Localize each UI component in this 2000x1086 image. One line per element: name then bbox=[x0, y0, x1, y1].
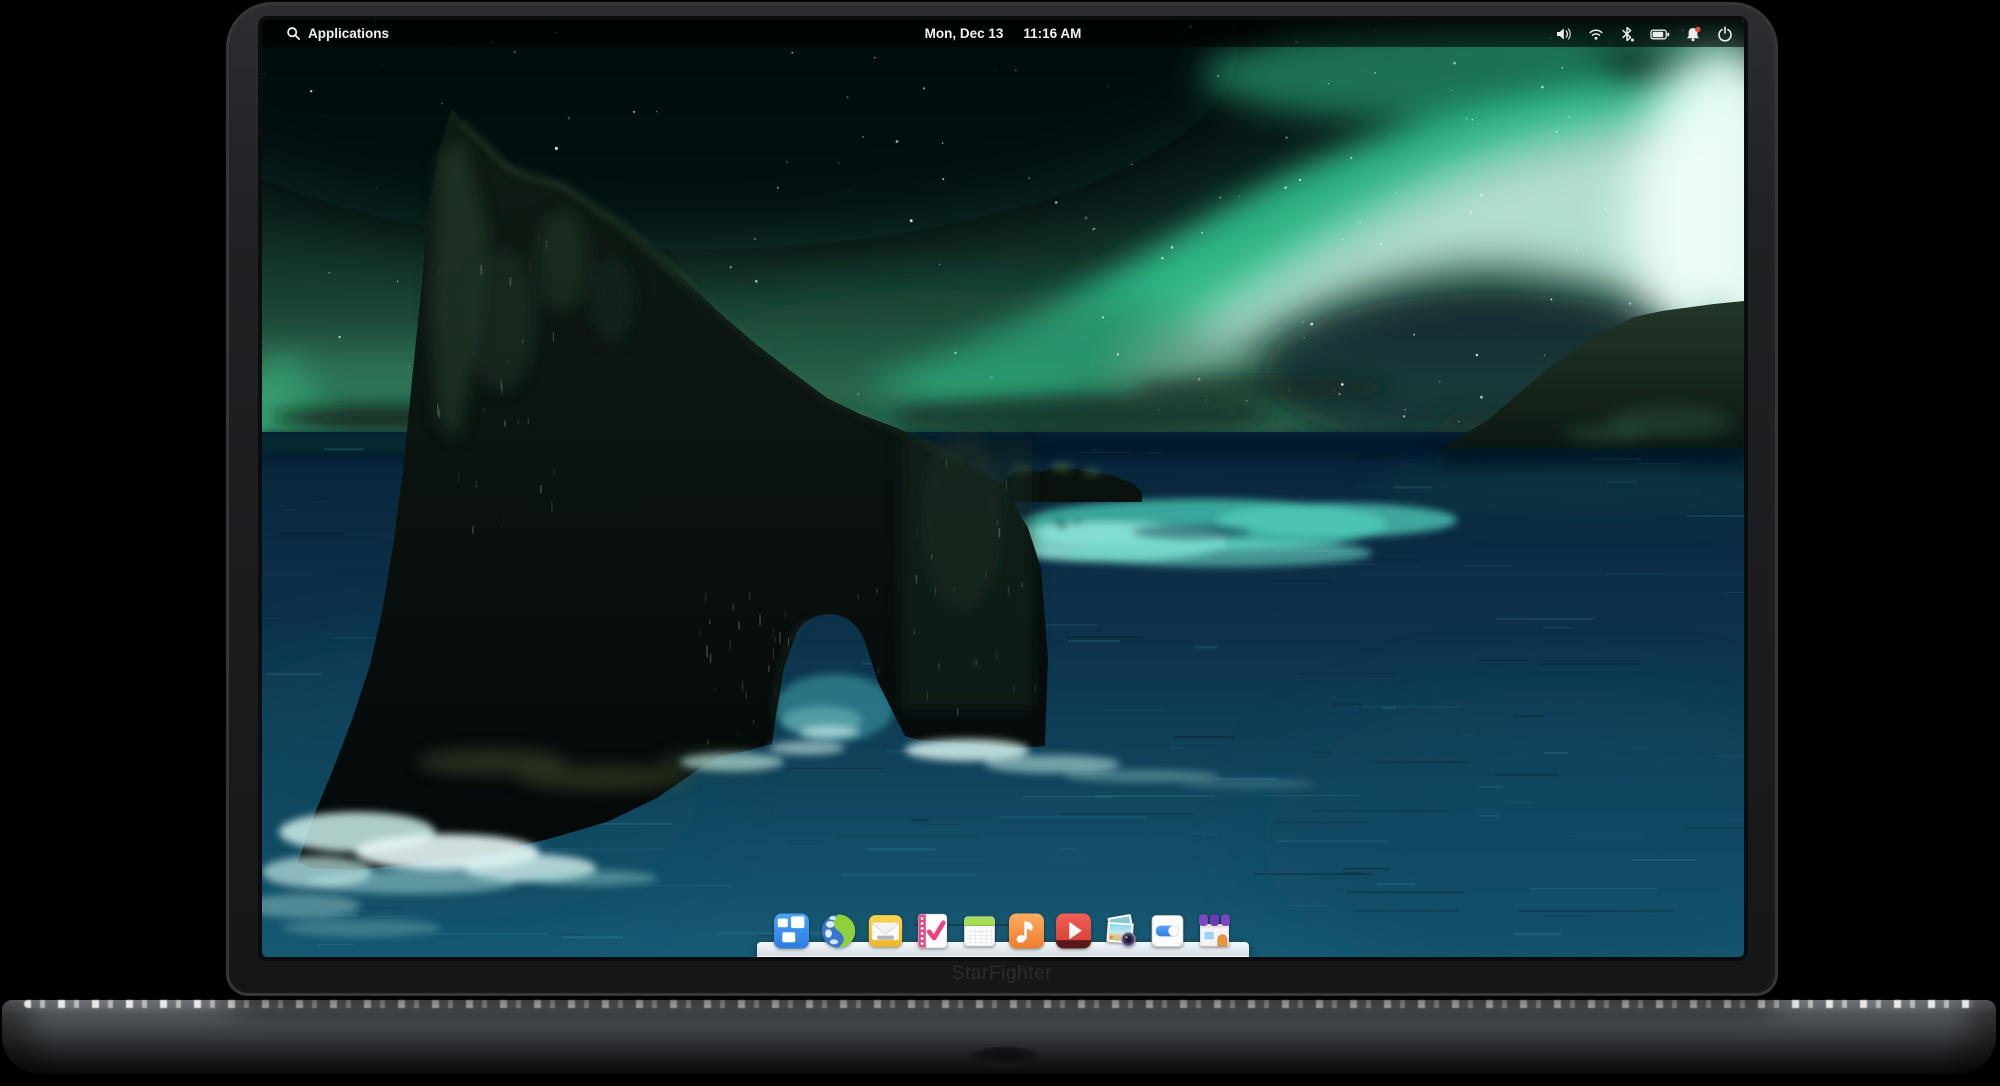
dock-item-multitasking-view[interactable] bbox=[772, 911, 812, 951]
search-icon bbox=[286, 26, 301, 41]
multitasking-view-icon bbox=[772, 911, 812, 951]
notification-badge bbox=[1695, 26, 1700, 31]
dock-item-videos[interactable] bbox=[1054, 911, 1094, 951]
top-panel: Applications Mon, Dec 13 11:16 AM bbox=[262, 20, 1744, 47]
videos-icon bbox=[1054, 911, 1094, 951]
keyboard-edge-highlight bbox=[24, 1000, 1974, 1008]
dock-item-system-settings[interactable] bbox=[1148, 911, 1188, 951]
dock-item-tasks[interactable] bbox=[913, 911, 953, 951]
dock-item-web-browser[interactable] bbox=[819, 911, 859, 951]
dock-item-photos[interactable] bbox=[1101, 911, 1141, 951]
mail-icon bbox=[866, 911, 906, 951]
tasks-icon bbox=[913, 911, 953, 951]
wifi-icon[interactable] bbox=[1588, 25, 1604, 43]
calendar-icon bbox=[960, 911, 1000, 951]
brand-label: StarFighter bbox=[226, 963, 1778, 985]
system-settings-icon bbox=[1148, 911, 1188, 951]
lid-lift-notch bbox=[968, 1046, 1042, 1068]
datetime-indicator[interactable]: Mon, Dec 13 11:16 AM bbox=[925, 26, 1082, 41]
battery-icon[interactable] bbox=[1650, 25, 1670, 43]
panel-date: Mon, Dec 13 bbox=[925, 26, 1004, 41]
screen: Applications Mon, Dec 13 11:16 AM bbox=[262, 20, 1744, 957]
laptop-base bbox=[2, 1000, 1996, 1074]
panel-time: 11:16 AM bbox=[1023, 26, 1081, 41]
dock bbox=[757, 899, 1249, 957]
applications-label: Applications bbox=[308, 26, 389, 41]
laptop-photo: StarFighter bbox=[0, 0, 2000, 1086]
web-browser-icon bbox=[819, 911, 859, 951]
photos-icon bbox=[1101, 911, 1141, 951]
wallpaper bbox=[262, 20, 1744, 957]
dock-item-appcenter[interactable] bbox=[1195, 911, 1235, 951]
power-icon[interactable] bbox=[1717, 25, 1733, 43]
notifications-icon[interactable] bbox=[1685, 25, 1702, 43]
music-icon bbox=[1007, 911, 1047, 951]
applications-menu[interactable]: Applications bbox=[286, 26, 389, 41]
volume-icon[interactable] bbox=[1555, 25, 1573, 43]
dock-item-mail[interactable] bbox=[866, 911, 906, 951]
dock-item-music[interactable] bbox=[1007, 911, 1047, 951]
bluetooth-icon[interactable] bbox=[1619, 25, 1635, 43]
dock-item-calendar[interactable] bbox=[960, 911, 1000, 951]
appcenter-icon bbox=[1195, 911, 1235, 951]
